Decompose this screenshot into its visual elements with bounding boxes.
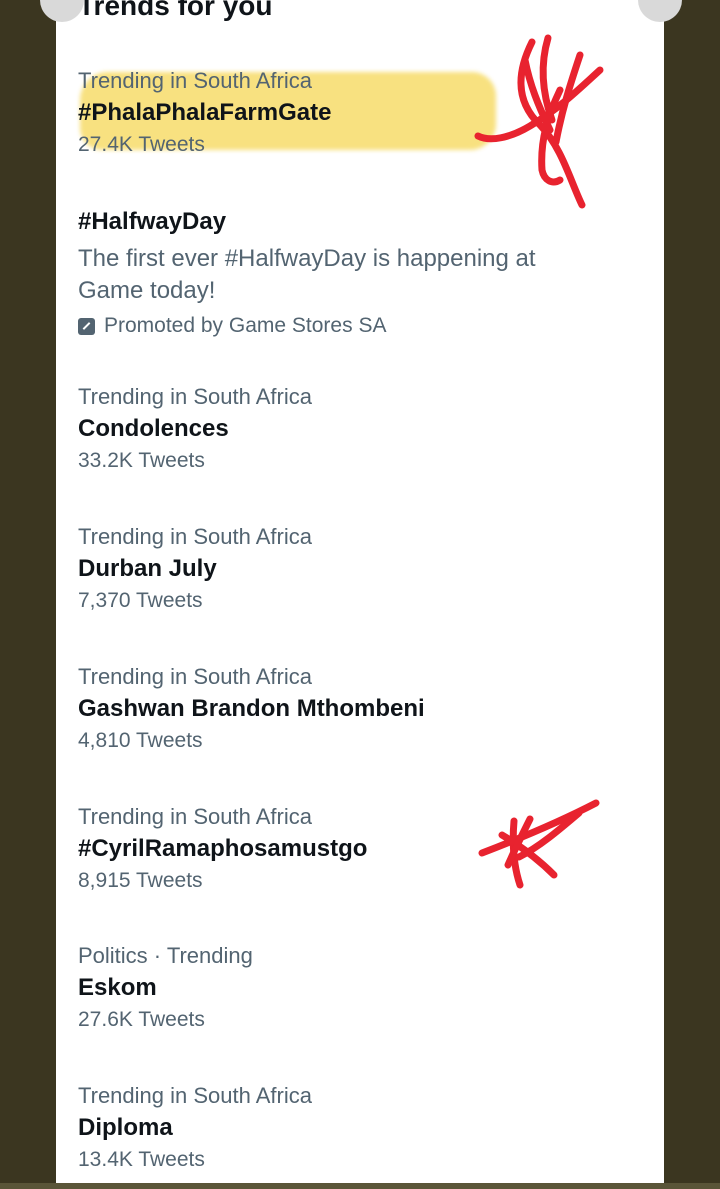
trend-name: Diploma [78,1114,173,1141]
trend-tweet-count: 33.2K Tweets [78,449,205,472]
trend-item[interactable]: Trending in South Africa Gashwan Brandon… [78,662,598,756]
trend-context: Trending in South Africa [78,804,312,829]
trends-header: Trends for you [78,0,273,21]
trend-context: Trending in South Africa [78,664,312,689]
trend-item[interactable]: Trending in South Africa #PhalaPhalaFarm… [78,66,598,160]
trend-context: Trending in South Africa [78,68,312,93]
promoted-trend-name: #HalfwayDay [78,208,227,235]
trend-name: Condolences [78,415,229,442]
trend-item[interactable]: Trending in South Africa #CyrilRamaphosa… [78,802,598,896]
trend-name: Eskom [78,974,157,1001]
trend-item[interactable]: Trending in South Africa Condolences 33.… [78,382,598,476]
trend-item[interactable]: Trending in South Africa Durban July 7,3… [78,522,598,616]
trend-context: Trending in South Africa [78,384,312,409]
trend-tweet-count: 4,810 Tweets [78,729,203,752]
trend-tweet-count: 7,370 Tweets [78,589,203,612]
trend-context: Trending in South Africa [78,1083,312,1108]
promoted-icon [78,317,95,335]
trend-tweet-count: 27.4K Tweets [78,133,205,156]
promoted-trend[interactable]: #HalfwayDay The first ever #HalfwayDay i… [78,205,598,341]
promoted-trend-description: The first ever #HalfwayDay is happening … [78,245,536,304]
trend-item[interactable]: Trending in South Africa Diploma 13.4K T… [78,1081,598,1175]
promoted-by-text: Promoted by Game Stores SA [104,314,387,337]
trend-tweet-count: 27.6K Tweets [78,1008,205,1031]
trend-tweet-count: 8,915 Tweets [78,869,203,892]
bottom-edge [0,1183,720,1189]
trend-name: #CyrilRamaphosamustgo [78,835,368,862]
trend-context: Politics · Trending [78,943,253,968]
trend-tweet-count: 13.4K Tweets [78,1148,205,1171]
trend-name: Gashwan Brandon Mthombeni [78,695,425,722]
trend-name: Durban July [78,555,217,582]
promoted-by: Promoted by Game Stores SA [78,311,598,341]
trend-item[interactable]: Politics · Trending Eskom 27.6K Tweets [78,941,598,1035]
trend-context: Trending in South Africa [78,524,312,549]
trend-name: #PhalaPhalaFarmGate [78,99,332,126]
